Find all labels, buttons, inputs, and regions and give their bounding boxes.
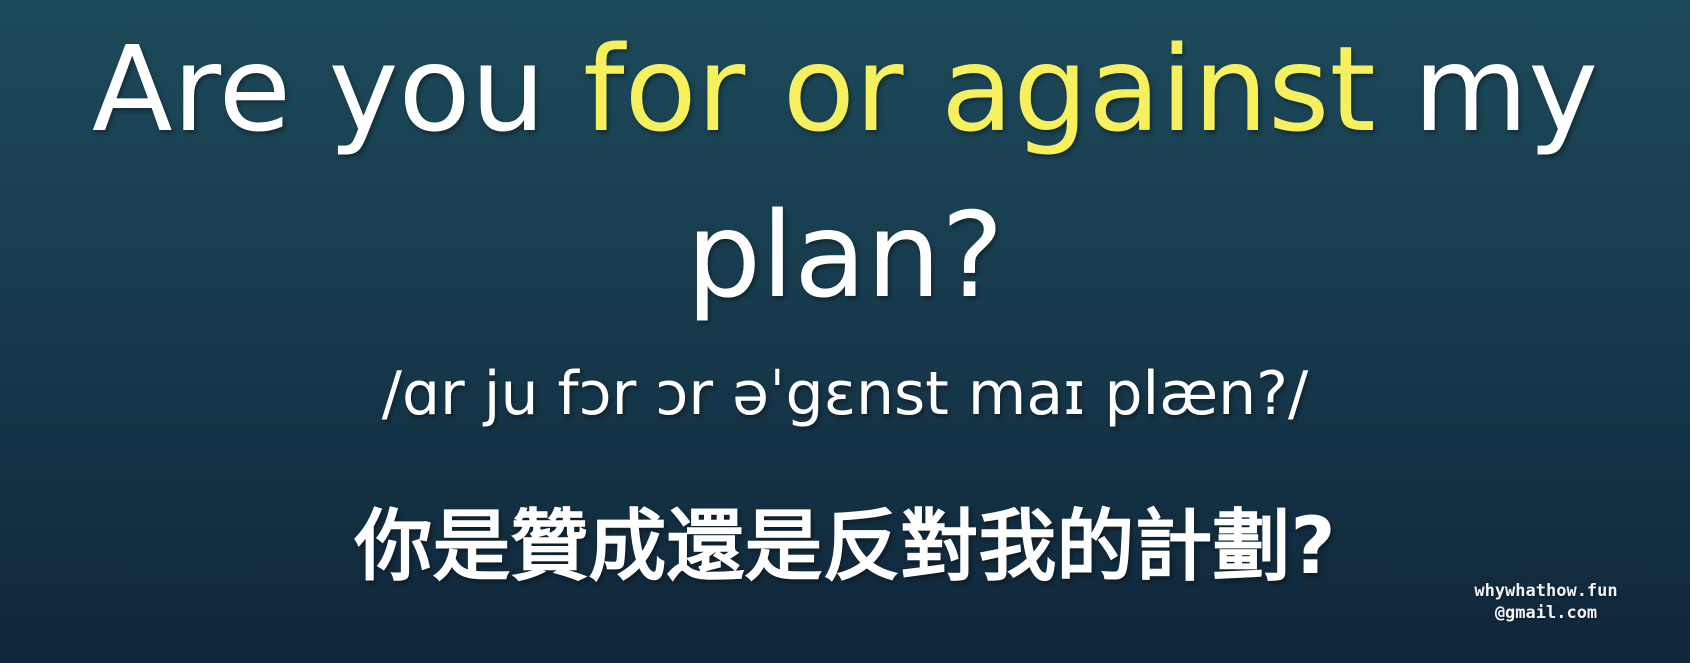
english-sentence-line-1: Are you for or against my xyxy=(0,30,1690,148)
highlighted-phrase: for or against xyxy=(582,20,1376,158)
watermark-line-2: @gmail.com xyxy=(1494,603,1598,623)
sentence-prefix: Are you xyxy=(91,20,583,158)
chinese-translation: 你是贊成還是反對我的計劃? xyxy=(354,502,1336,592)
watermark-line-1: whywhathow.fun xyxy=(1474,581,1618,601)
ipa-transcription: /ɑr ju fɔr ɔr əˈgɛnst maɪ plæn?/ xyxy=(381,359,1309,429)
sentence-suffix: my xyxy=(1375,20,1599,158)
watermark: whywhathow.fun @gmail.com xyxy=(1466,580,1626,624)
english-sentence-line-2: plan? xyxy=(686,186,1004,324)
